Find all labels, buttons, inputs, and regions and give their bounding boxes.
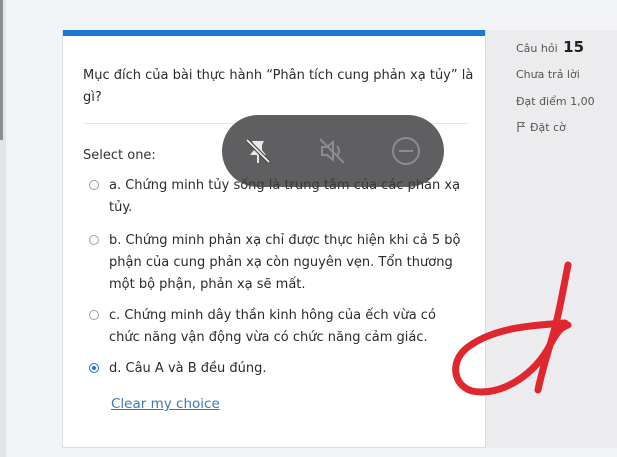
question-number-line: Câu hỏi 15 [516,38,584,56]
question-card: Mục đích của bài thực hành “Phân tích cu… [62,30,486,448]
clear-my-choice-link[interactable]: Clear my choice [111,396,220,412]
question-number: 15 [563,38,585,56]
pin-off-icon[interactable] [240,133,276,169]
flag-label: Đặt cờ [530,121,566,134]
radio-option-b[interactable] [89,235,99,245]
radio-option-d[interactable] [89,363,99,373]
question-points: Đạt điểm 1,00 [516,95,595,108]
select-one-label: Select one: [83,148,156,163]
minus-circle-icon[interactable] [388,133,424,169]
option-b-label: b. Chứng minh phản xạ chỉ được thực hiện… [109,233,461,292]
red-handwritten-d-mark [452,261,572,396]
option-b[interactable]: b. Chứng minh phản xạ chỉ được thực hiện… [87,230,467,296]
option-d[interactable]: d. Câu A và B đều đúng. [87,358,467,380]
radio-option-a[interactable] [89,180,99,190]
accent-bar [63,30,485,36]
question-label: Câu hỏi [516,42,558,55]
option-c[interactable]: c. Chứng minh dây thần kinh hông của ếch… [87,305,467,349]
scrollbar[interactable] [0,0,3,140]
answer-status: Chưa trả lời [516,68,580,81]
media-controls-overlay [222,115,444,187]
option-d-label: d. Câu A và B đều đúng. [109,361,267,376]
flag-question[interactable]: Đặt cờ [516,121,566,134]
radio-option-c[interactable] [89,310,99,320]
flag-icon [517,122,525,132]
question-text: Mục đích của bài thực hành “Phân tích cu… [83,68,474,105]
mute-icon[interactable] [314,133,350,169]
option-c-label: c. Chứng minh dây thần kinh hông của ếch… [109,308,436,345]
